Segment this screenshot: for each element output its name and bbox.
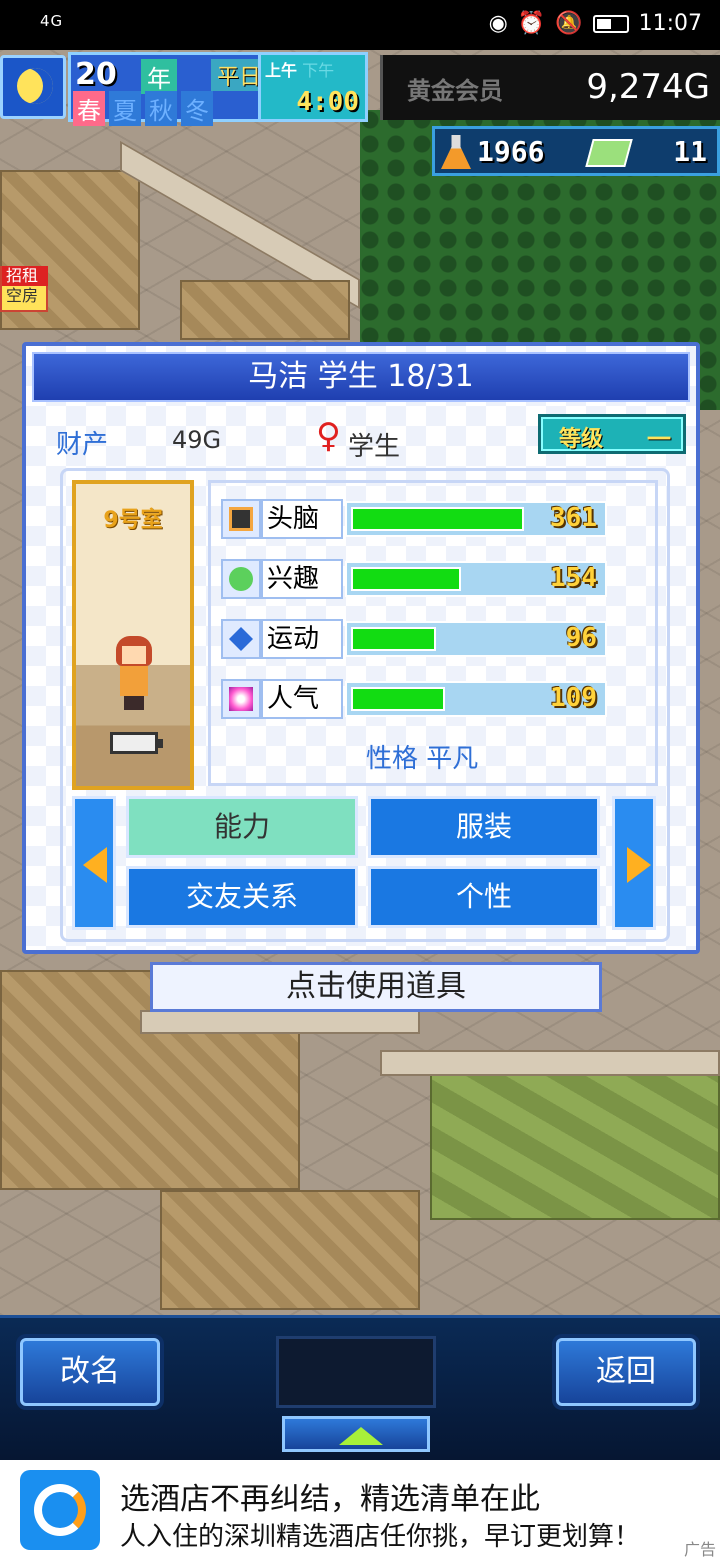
research-points: 1966 <box>477 135 545 168</box>
eye-icon: ◉ <box>488 11 508 36</box>
grade-label: 等级 <box>559 427 604 452</box>
season-summer: 夏 <box>109 91 141 126</box>
tab-personality[interactable]: 个性 <box>368 866 600 928</box>
sport-icon <box>221 619 261 659</box>
character-sprite <box>114 636 154 716</box>
season-autumn: 秋 <box>145 91 177 126</box>
personality: 性格 平凡 <box>366 738 478 775</box>
stamina-battery-icon <box>110 732 163 754</box>
ad-logo-icon <box>20 1470 100 1550</box>
battery-icon <box>592 14 629 33</box>
gold-panel: 黄金会员 9,274G <box>380 55 720 120</box>
stat-value: 361 <box>550 503 597 533</box>
grade-badge: 等级 一 <box>538 414 686 454</box>
grade-value: 一 <box>647 425 671 453</box>
clock: 11:07 <box>638 11 702 36</box>
moon-icon <box>17 68 53 104</box>
personality-value: 平凡 <box>426 744 479 774</box>
stat-fill <box>351 687 445 711</box>
gold-amount: 9,274G <box>586 67 710 107</box>
ticket-icon <box>585 139 633 167</box>
mute-icon: 🔕 <box>555 11 583 36</box>
bottom-bar: 改名 返回 <box>0 1315 720 1460</box>
next-student-button[interactable] <box>612 796 656 930</box>
night-moon-button[interactable] <box>0 55 66 119</box>
ticket-count: 11 <box>673 135 707 168</box>
year-value: 20 <box>75 57 117 92</box>
vacancy-tag[interactable]: 招租 空房 <box>0 266 48 312</box>
tab-clothing[interactable]: 服装 <box>368 796 600 858</box>
role-label: 学生 <box>348 432 401 462</box>
stat-bar: 109 <box>345 681 607 717</box>
prev-student-button[interactable] <box>72 796 116 930</box>
am-label: 上午 <box>265 61 298 80</box>
stat-row: 头脑 361 <box>221 499 611 539</box>
stat-bar: 361 <box>345 501 607 537</box>
ad-banner[interactable]: 选酒店不再纠结，精选清单在此 人入住的深圳精选酒店任你挑，早订更划算！ 广告 <box>0 1460 720 1560</box>
pm-label: 下午 <box>302 61 335 80</box>
season-spring: 春 <box>73 91 105 126</box>
alarm-icon: ⏰ <box>517 11 546 36</box>
wall <box>380 1050 720 1076</box>
status-bar: 4G ◉ ⏰ 🔕 11:07 <box>0 0 720 50</box>
expand-menu-button[interactable] <box>282 1416 430 1452</box>
game-time: 4:00 <box>296 87 359 117</box>
arrow-up-icon <box>339 1427 383 1445</box>
stat-row: 运动 96 <box>221 619 611 659</box>
stat-row: 兴趣 154 <box>221 559 611 599</box>
resource-panel: 1966 11 <box>432 126 720 176</box>
stat-fill <box>351 627 436 651</box>
arrow-right-icon <box>627 847 651 883</box>
wealth-value: 49G <box>172 426 222 454</box>
stat-value: 109 <box>550 683 597 713</box>
tab-grid: 能力 服装 交友关系 个性 <box>72 796 658 930</box>
ad-subline: 人入住的深圳精选酒店任你挑，早订更划算！ <box>120 1522 641 1552</box>
stat-bar: 96 <box>345 621 607 657</box>
network-indicator: 4G <box>40 12 64 30</box>
dialog-title: 马洁 学生 18/31 <box>32 352 690 402</box>
room-tile[interactable] <box>180 280 350 340</box>
interest-bubble-icon <box>221 559 261 599</box>
stat-value: 96 <box>565 623 597 653</box>
stat-fill <box>351 507 524 531</box>
wealth-label: 财产 <box>56 430 109 460</box>
room-tile[interactable] <box>160 1190 420 1310</box>
stat-fill <box>351 567 461 591</box>
time-panel: 上午 下午 4:00 <box>258 52 368 122</box>
tab-relationships[interactable]: 交友关系 <box>126 866 358 928</box>
stat-name: 运动 <box>261 619 343 659</box>
member-badge: 黄金会员 <box>407 77 503 105</box>
arrow-left-icon <box>83 847 107 883</box>
brain-tv-icon <box>221 499 261 539</box>
popularity-sparkle-icon <box>221 679 261 719</box>
stat-row: 人气 109 <box>221 679 611 719</box>
room-label: 9号室 <box>103 508 163 533</box>
ad-headline: 选酒店不再纠结，精选清单在此 <box>120 1482 540 1517</box>
stat-name: 兴趣 <box>261 559 343 599</box>
personality-label: 性格 <box>366 744 419 774</box>
vacancy-tag-top: 招租 <box>2 266 48 286</box>
back-button[interactable]: 返回 <box>556 1338 696 1406</box>
flask-icon <box>441 135 471 169</box>
tatami-room[interactable] <box>430 1070 720 1220</box>
room-card: 9号室 <box>72 480 194 790</box>
center-slot <box>276 1336 436 1408</box>
stat-name: 头脑 <box>261 499 343 539</box>
rename-button[interactable]: 改名 <box>20 1338 160 1406</box>
year-label: 年 <box>141 59 177 94</box>
season-list: 春 夏 秋 冬 <box>73 91 213 126</box>
season-winter: 冬 <box>181 91 213 126</box>
stat-name: 人气 <box>261 679 343 719</box>
ad-tag: 广告 <box>683 1540 716 1559</box>
vacancy-tag-bottom: 空房 <box>6 286 39 305</box>
student-info-dialog: 马洁 学生 18/31 财产 49G ♀ 学生 等级 一 9号室 头脑 361 … <box>22 342 700 1012</box>
stat-value: 154 <box>550 563 597 593</box>
tab-ability[interactable]: 能力 <box>126 796 358 858</box>
female-icon: ♀ <box>316 416 341 456</box>
use-item-button[interactable]: 点击使用道具 <box>150 962 602 1012</box>
wall <box>140 1010 420 1034</box>
stat-bar: 154 <box>345 561 607 597</box>
